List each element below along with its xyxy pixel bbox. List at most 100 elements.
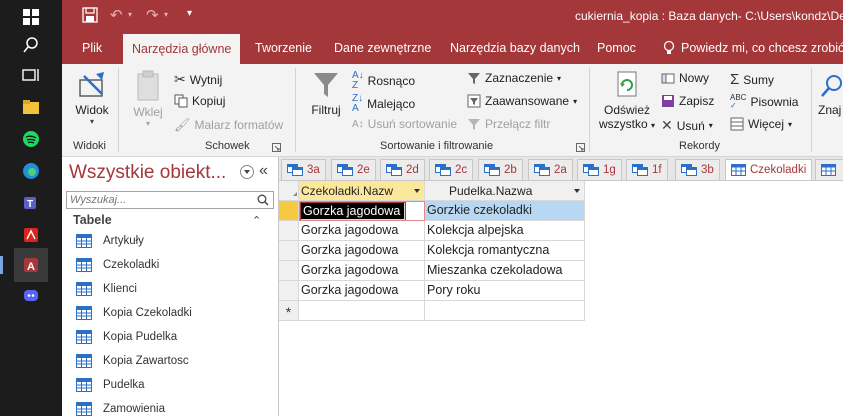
new-record-cell[interactable]	[299, 301, 425, 321]
save-icon[interactable]	[82, 7, 98, 26]
cell-pudelka-nazwa[interactable]: Kolekcja alpejska	[425, 221, 585, 241]
tab-narzedzia-glowne[interactable]: Narzędzia główne	[123, 34, 241, 64]
cell-pudelka-nazwa[interactable]: Kolekcja romantyczna	[425, 241, 585, 261]
redo-icon[interactable]: ↷	[146, 6, 159, 24]
paste-button[interactable]: Wklej ▾	[126, 68, 170, 128]
object-tab[interactable]: 1g	[577, 159, 622, 180]
sort-ascending-button[interactable]: A↓ Z Rosnąco	[352, 71, 415, 91]
edge-icon[interactable]	[14, 154, 48, 188]
remove-sort-button[interactable]: A↕ Usuń sortowanie	[352, 117, 457, 131]
new-record-button[interactable]: Nowy	[661, 71, 709, 85]
filter-button[interactable]: Filtruj	[306, 70, 346, 117]
refresh-all-button[interactable]: Odśwież wszystko ▾	[596, 70, 658, 131]
nav-item-table[interactable]: Kopia Zawartosc	[76, 350, 189, 372]
copy-button[interactable]: Kopiuj	[174, 94, 225, 108]
redo-dropdown-icon[interactable]: ▾	[164, 10, 168, 19]
find-label: Znaj	[818, 103, 842, 117]
cut-button[interactable]: ✂ Wytnij	[174, 71, 222, 88]
nav-search-input[interactable]	[67, 192, 247, 208]
toggle-filter-button[interactable]: Przełącz filtr	[467, 117, 550, 131]
record-selector[interactable]	[279, 261, 299, 281]
totals-button[interactable]: Σ Sumy	[730, 71, 774, 88]
dialog-launcher-icon[interactable]	[272, 143, 281, 152]
sort-descending-button[interactable]: Z↓ A Malejąco	[352, 94, 415, 114]
teams-icon[interactable]: T	[14, 186, 48, 220]
new-record-cell[interactable]	[425, 301, 585, 321]
nav-item-table[interactable]: Artykuły	[76, 230, 144, 252]
sort-ascending-label: Rosnąco	[367, 74, 416, 88]
object-tab[interactable]: 2e	[331, 159, 376, 180]
more-button[interactable]: Więcej ▾	[730, 117, 792, 131]
new-record-marker[interactable]: *	[279, 301, 299, 321]
customize-quick-access-icon[interactable]: ▾	[187, 8, 192, 19]
object-tab[interactable]: Czekoladki	[725, 159, 813, 180]
selection-button[interactable]: Zaznaczenie ▾	[467, 71, 561, 85]
tell-me-box[interactable]: Powiedz mi, co chcesz zrobić	[654, 32, 843, 64]
cell-czekoladki-nazwa[interactable]: Gorzka jagodowa	[299, 241, 425, 261]
file-explorer-icon[interactable]	[14, 90, 48, 124]
column-dropdown-icon[interactable]	[574, 189, 580, 193]
nav-item-table[interactable]: Kopia Czekoladki	[76, 302, 192, 324]
cell-pudelka-nazwa[interactable]: Gorzkie czekoladki	[425, 201, 585, 221]
cell-czekoladki-nazwa[interactable]: Gorzka jagodowa	[299, 221, 425, 241]
record-selector[interactable]	[279, 241, 299, 261]
task-view-icon[interactable]	[14, 58, 48, 92]
tab-dane-zewnetrzne[interactable]: Dane zewnętrzne	[325, 32, 440, 64]
nav-item-table[interactable]: Kopia Pudelka	[76, 326, 177, 348]
column-header-czekoladki-nazwa[interactable]: Czekoladki.Nazw	[299, 181, 425, 201]
column-dropdown-icon[interactable]	[414, 189, 420, 193]
nav-item-table[interactable]: Pudelka	[76, 374, 145, 396]
advanced-button[interactable]: Zaawansowane ▾	[467, 94, 577, 108]
nav-item-table[interactable]: Zamowienia	[76, 398, 165, 416]
nav-section-tabele[interactable]: Tabele	[73, 213, 112, 227]
undo-icon[interactable]: ↶	[110, 6, 123, 24]
record-selector[interactable]	[279, 281, 299, 301]
acrobat-icon[interactable]	[14, 218, 48, 252]
record-selector[interactable]	[279, 221, 299, 241]
object-tab[interactable]: 2c	[429, 159, 474, 180]
app-window: T A ↶ ▾ ↷ ▾ ▾ cukiernia_kopia : Baza dan…	[0, 0, 843, 416]
discord-icon[interactable]	[14, 278, 48, 312]
record-selector[interactable]	[279, 201, 299, 221]
select-all-corner[interactable]	[279, 181, 299, 201]
spotify-icon[interactable]	[14, 122, 48, 156]
nav-item-table[interactable]: Klienci	[76, 278, 137, 300]
nav-item-label: Czekoladki	[103, 259, 160, 271]
cell-pudelka-nazwa[interactable]: Pory roku	[425, 281, 585, 301]
undo-dropdown-icon[interactable]: ▾	[128, 10, 132, 19]
collapse-pane-icon[interactable]: «	[259, 162, 268, 180]
object-tab[interactable]: 1f	[626, 159, 668, 180]
object-tab[interactable]: 2a	[528, 159, 573, 180]
cell-pudelka-nazwa[interactable]: Mieszanka czekoladowa	[425, 261, 585, 281]
object-tab[interactable]	[815, 159, 843, 180]
cell-czekoladki-nazwa[interactable]: Gorzka jagodowa	[300, 202, 406, 221]
section-collapse-icon[interactable]: ⌃	[252, 214, 261, 227]
object-tab[interactable]: 2b	[478, 159, 523, 180]
object-tab[interactable]: 3a	[281, 159, 326, 180]
sort-descending-icon: Z↓ A	[352, 93, 364, 114]
tab-plik[interactable]: Plik	[73, 32, 111, 64]
cell-czekoladki-nazwa[interactable]: Gorzka jagodowa	[299, 261, 425, 281]
search-icon[interactable]	[14, 28, 48, 62]
nav-pane-title[interactable]: Wszystkie obiekt...	[69, 162, 226, 184]
delete-record-button[interactable]: ✕ Usuń ▾	[661, 117, 713, 134]
view-button[interactable]: Widok ▾	[72, 68, 112, 126]
format-painter-button[interactable]: 🖌 Malarz formatów	[174, 117, 283, 133]
save-record-button[interactable]: Zapisz	[661, 94, 714, 108]
access-icon[interactable]: A	[0, 248, 48, 282]
object-tab-label: 2b	[504, 164, 517, 176]
column-header-pudelka-nazwa[interactable]: Pudelka.Nazwa	[425, 181, 585, 201]
table-icon	[76, 258, 92, 272]
object-tab[interactable]: 3b	[675, 159, 720, 180]
tab-tworzenie[interactable]: Tworzenie	[246, 32, 321, 64]
nav-pane-menu-icon[interactable]	[240, 165, 254, 179]
nav-item-table[interactable]: Czekoladki	[76, 254, 159, 276]
cell-czekoladki-nazwa[interactable]: Gorzka jagodowa	[299, 281, 425, 301]
tab-pomoc[interactable]: Pomoc	[588, 32, 645, 64]
search-icon[interactable]	[257, 194, 269, 206]
dialog-launcher-icon[interactable]	[576, 143, 585, 152]
object-tab[interactable]: 2d	[380, 159, 425, 180]
tab-narzedzia-bazy-danych[interactable]: Narzędzia bazy danych	[441, 32, 589, 64]
find-button[interactable]: Znaj	[818, 72, 843, 117]
spelling-button[interactable]: ABC ✓ Pisownia	[730, 94, 798, 110]
